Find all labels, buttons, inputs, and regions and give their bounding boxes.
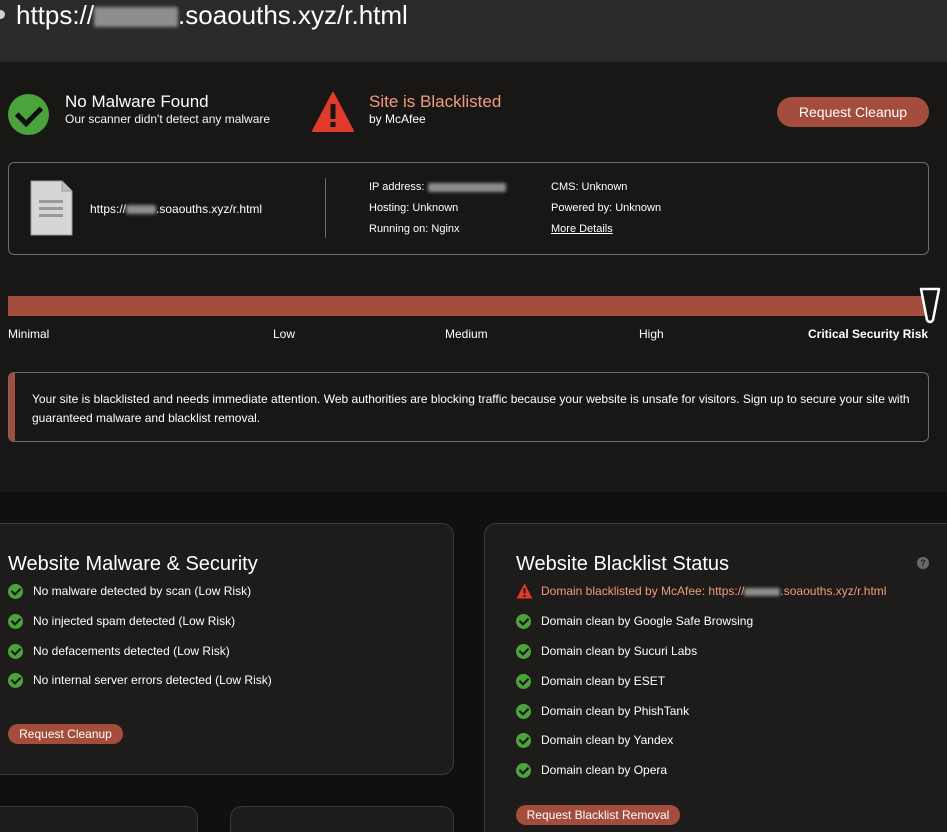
hosting-info: Hosting: Unknown — [369, 202, 459, 214]
check-icon — [516, 704, 531, 719]
malware-status-subtitle: Our scanner didn't detect any malware — [65, 112, 271, 126]
site-info-box: https://.soaouths.xyz/r.html IP address:… — [8, 162, 929, 255]
request-cleanup-button[interactable]: Request Cleanup — [777, 97, 929, 127]
more-details-link[interactable]: More Details — [551, 223, 613, 235]
request-blacklist-removal-button[interactable]: Request Blacklist Removal — [516, 805, 680, 825]
risk-alert-message: Your site is blacklisted and needs immed… — [32, 392, 910, 425]
check-icon — [8, 584, 23, 599]
card-title: Website Malware & Security — [8, 553, 258, 575]
powered-by-info: Powered by: Unknown — [551, 202, 662, 214]
malware-status-title: No Malware Found — [65, 92, 209, 111]
request-cleanup-button[interactable]: Request Cleanup — [8, 724, 123, 744]
risk-meter-bar — [8, 296, 929, 316]
check-icon — [516, 733, 531, 748]
check-icon — [516, 763, 531, 778]
risk-label-critical: Critical Security Risk — [808, 327, 929, 341]
check-circle-icon — [8, 94, 49, 135]
redacted-ip — [427, 182, 506, 192]
url-header: https:// .soaouths.xyz/r.html — [0, 0, 947, 62]
redacted-subdomain — [126, 205, 157, 215]
alert-accent — [9, 373, 15, 441]
divider — [325, 178, 326, 238]
page-url: https:// .soaouths.xyz/r.html — [16, 0, 408, 30]
malware-security-card: Website Malware & Security No malware de… — [0, 523, 454, 775]
blacklist-status-card: Website Blacklist Status Domain blacklis… — [484, 523, 947, 832]
warning-triangle-icon — [312, 92, 354, 132]
cms-info: CMS: Unknown — [551, 181, 628, 193]
running-on-info: Running on: Nginx — [369, 223, 460, 235]
url-prefix: https:// — [16, 0, 95, 30]
risk-label-high: High — [639, 327, 664, 341]
help-icon[interactable]: ? — [917, 557, 929, 569]
bullet-icon — [0, 10, 5, 19]
platform-info: CMS: Unknown Powered by: Unknown More De… — [551, 177, 661, 240]
url-suffix: .soaouths.xyz/r.html — [178, 0, 408, 30]
bottom-card-middle — [230, 806, 454, 832]
risk-label-minimal: Minimal — [8, 327, 50, 341]
risk-label-medium: Medium — [445, 327, 488, 341]
check-icon — [8, 644, 23, 659]
check-icon — [516, 644, 531, 659]
card-title: Website Blacklist Status — [516, 553, 730, 575]
bottom-card-left — [0, 806, 198, 832]
scanned-url: https://.soaouths.xyz/r.html — [90, 202, 263, 216]
check-icon — [8, 673, 23, 688]
risk-indicator-icon — [919, 287, 941, 324]
blacklist-status-title: Site is Blacklisted — [369, 92, 502, 111]
check-icon — [516, 614, 531, 629]
warning-icon — [516, 583, 533, 599]
blacklist-status-subtitle: by McAfee — [369, 112, 426, 126]
risk-alert: Your site is blacklisted and needs immed… — [8, 372, 929, 442]
redacted-subdomain — [744, 587, 781, 596]
document-icon — [30, 180, 73, 236]
check-icon — [516, 674, 531, 689]
blacklist-status: Site is Blacklisted by McAfee — [312, 92, 501, 137]
ip-address: IP address: — [369, 177, 506, 198]
risk-label-low: Low — [273, 327, 296, 341]
check-icon — [8, 614, 23, 629]
server-info: IP address: Hosting: Unknown Running on:… — [369, 177, 506, 240]
redacted-subdomain — [94, 7, 179, 28]
malware-status: No Malware Found Our scanner didn't dete… — [8, 92, 270, 135]
